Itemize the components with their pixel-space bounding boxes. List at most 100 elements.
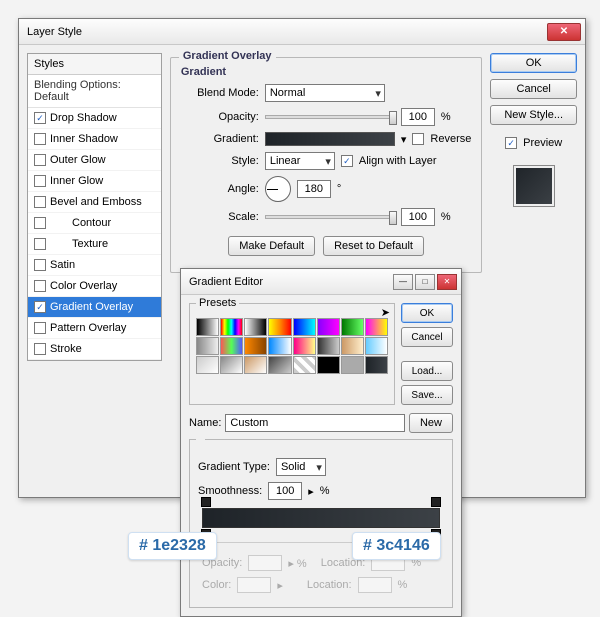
blending-options-row[interactable]: Blending Options: Default [28, 75, 161, 108]
style-row-outer-glow[interactable]: Outer Glow [28, 150, 161, 171]
style-checkbox[interactable] [34, 217, 46, 229]
style-row-drop-shadow[interactable]: Drop Shadow [28, 108, 161, 129]
reverse-checkbox[interactable] [412, 133, 424, 145]
gradient-picker[interactable] [265, 132, 395, 146]
gradient-label: Gradient: [181, 133, 259, 145]
style-checkbox[interactable] [34, 343, 46, 355]
close-icon[interactable]: ✕ [437, 274, 457, 290]
ge-cancel-button[interactable]: Cancel [401, 327, 453, 347]
style-row-pattern-overlay[interactable]: Pattern Overlay [28, 318, 161, 339]
annotation-right: # 3c4146 [352, 532, 441, 560]
presets-group: Presets ➤ [189, 303, 395, 405]
style-checkbox[interactable] [34, 238, 46, 250]
preset-swatch[interactable] [317, 356, 340, 374]
ge-title: Gradient Editor [189, 276, 393, 288]
style-checkbox[interactable] [34, 259, 46, 271]
gradient-editor-dialog: Gradient Editor — □ ✕ Presets ➤ OK Cance… [180, 268, 462, 617]
close-icon[interactable]: ✕ [547, 23, 581, 41]
preset-swatch[interactable] [365, 318, 388, 336]
preset-swatch[interactable] [244, 337, 267, 355]
stop-opacity-field [248, 555, 282, 571]
styles-header[interactable]: Styles [28, 54, 161, 75]
maximize-icon[interactable]: □ [415, 274, 435, 290]
gradient-type-label: Gradient Type: [198, 461, 270, 473]
scale-value[interactable]: 100 [401, 208, 435, 226]
style-checkbox[interactable] [34, 280, 46, 292]
preset-swatch[interactable] [317, 318, 340, 336]
gradient-type-select[interactable]: Solid [276, 458, 326, 476]
angle-dial[interactable] [265, 176, 291, 202]
new-style-button[interactable]: New Style... [490, 105, 577, 125]
preset-swatch[interactable] [268, 318, 291, 336]
style-row-contour[interactable]: Contour [28, 213, 161, 234]
smoothness-value[interactable]: 100 [268, 482, 302, 500]
preset-swatch[interactable] [220, 337, 243, 355]
style-checkbox[interactable] [34, 133, 46, 145]
ge-ok-button[interactable]: OK [401, 303, 453, 323]
preset-swatch[interactable] [244, 318, 267, 336]
make-default-button[interactable]: Make Default [228, 236, 315, 256]
preset-swatch[interactable] [341, 356, 364, 374]
preview-checkbox[interactable] [505, 137, 517, 149]
style-checkbox[interactable] [34, 196, 46, 208]
preset-swatch[interactable] [341, 337, 364, 355]
gradient-editor-titlebar[interactable]: Gradient Editor — □ ✕ [181, 269, 461, 295]
preset-swatch[interactable] [293, 337, 316, 355]
style-checkbox[interactable] [34, 112, 46, 124]
gradient-bar[interactable] [202, 508, 440, 528]
style-checkbox[interactable] [34, 301, 46, 313]
style-row-stroke[interactable]: Stroke [28, 339, 161, 360]
align-checkbox[interactable] [341, 155, 353, 167]
presets-menu-icon[interactable]: ➤ [381, 306, 390, 319]
style-select[interactable]: Linear [265, 152, 335, 170]
angle-value[interactable]: 180 [297, 180, 331, 198]
gradient-overlay-group: Gradient Overlay Gradient Blend Mode: No… [170, 57, 483, 273]
preset-swatch[interactable] [365, 337, 388, 355]
preset-swatch[interactable] [293, 318, 316, 336]
style-row-gradient-overlay[interactable]: Gradient Overlay [28, 297, 161, 318]
style-row-satin[interactable]: Satin [28, 255, 161, 276]
opacity-stop-right[interactable] [431, 497, 441, 507]
blend-mode-select[interactable]: Normal [265, 84, 385, 102]
opacity-slider[interactable] [265, 115, 395, 119]
style-checkbox[interactable] [34, 322, 46, 334]
style-checkbox[interactable] [34, 175, 46, 187]
preset-swatch[interactable] [220, 318, 243, 336]
ok-button[interactable]: OK [490, 53, 577, 73]
style-row-color-overlay[interactable]: Color Overlay [28, 276, 161, 297]
preset-swatch[interactable] [244, 356, 267, 374]
preset-swatch[interactable] [293, 356, 316, 374]
dialog-title: Layer Style [27, 26, 547, 38]
preset-swatch[interactable] [196, 318, 219, 336]
preset-swatch[interactable] [365, 356, 388, 374]
preset-swatch[interactable] [196, 356, 219, 374]
reset-default-button[interactable]: Reset to Default [323, 236, 424, 256]
layer-style-titlebar[interactable]: Layer Style ✕ [19, 19, 585, 45]
style-label: Color Overlay [50, 280, 117, 292]
style-label: Bevel and Emboss [50, 196, 142, 208]
preset-swatch[interactable] [196, 337, 219, 355]
style-row-texture[interactable]: Texture [28, 234, 161, 255]
preset-swatch[interactable] [268, 356, 291, 374]
minimize-icon[interactable]: — [393, 274, 413, 290]
name-input[interactable] [225, 414, 405, 432]
style-checkbox[interactable] [34, 154, 46, 166]
style-row-inner-glow[interactable]: Inner Glow [28, 171, 161, 192]
preset-swatch[interactable] [268, 337, 291, 355]
preset-swatch[interactable] [317, 337, 340, 355]
new-button[interactable]: New [409, 413, 453, 433]
name-label: Name: [189, 417, 221, 429]
cancel-button[interactable]: Cancel [490, 79, 577, 99]
preview-swatch [513, 165, 555, 207]
style-label: Satin [50, 259, 75, 271]
styles-list: Styles Blending Options: Default Drop Sh… [27, 53, 162, 361]
style-row-inner-shadow[interactable]: Inner Shadow [28, 129, 161, 150]
style-row-bevel-and-emboss[interactable]: Bevel and Emboss [28, 192, 161, 213]
opacity-stop-left[interactable] [201, 497, 211, 507]
preset-swatch[interactable] [341, 318, 364, 336]
opacity-value[interactable]: 100 [401, 108, 435, 126]
ge-save-button[interactable]: Save... [401, 385, 453, 405]
scale-slider[interactable] [265, 215, 395, 219]
preset-swatch[interactable] [220, 356, 243, 374]
ge-load-button[interactable]: Load... [401, 361, 453, 381]
